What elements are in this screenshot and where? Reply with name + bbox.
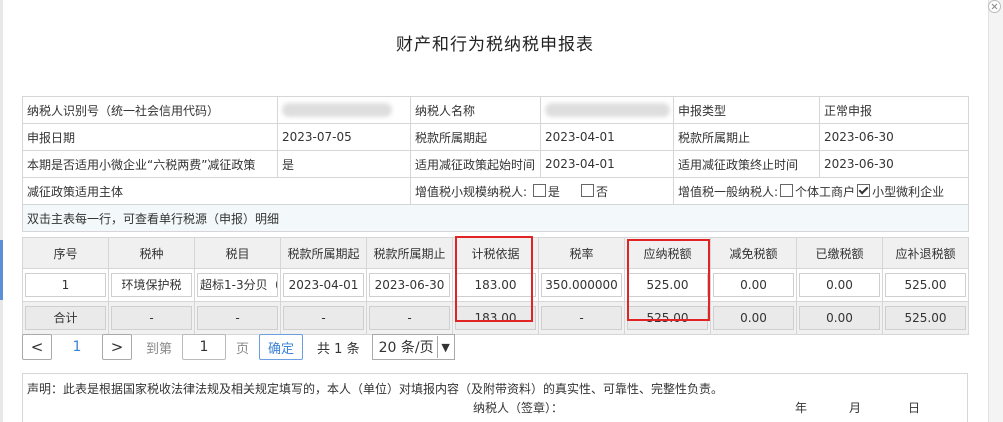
small-micro-label: 本期是否适用小微企业“六税两费”减征政策 <box>22 150 278 178</box>
declaration-box: 声明：此表是根据国家税收法律法规及相关规定填写的，本人（单位）对填报内容（及附带… <box>22 373 968 422</box>
total-tax-relief: 0.00 <box>710 301 797 335</box>
declaration-info-table: 纳税人识别号（统一社会信用代码） 纳税人名称 申报类型 正常申报 申报日期 20… <box>22 96 969 232</box>
period-start-label: 税款所属期起 <box>410 123 541 151</box>
prev-page-button[interactable]: < <box>22 334 52 360</box>
next-page-button[interactable]: > <box>102 334 132 360</box>
goto-page-input[interactable]: 1 <box>182 334 227 360</box>
reduce-end-value: 2023-06-30 <box>819 150 969 178</box>
col-header-period-start[interactable]: 税款所属期起 <box>280 237 367 269</box>
period-end-value: 2023-06-30 <box>819 123 969 151</box>
total-tax-item: - <box>194 301 281 335</box>
col-header-tax-type[interactable]: 税种 <box>108 237 195 269</box>
vat-small-option-cell: 增值税小规模纳税人: 是 否 <box>410 177 674 205</box>
current-page[interactable]: 1 <box>52 339 102 355</box>
page-title: 财产和行为税纳税申报表 <box>396 35 594 55</box>
row-tax-type: 环境保护税 <box>108 268 195 302</box>
left-edge-bar <box>0 0 3 422</box>
total-tax-paid: 0.00 <box>796 301 883 335</box>
vat-small-yes-label: 是 <box>547 184 560 199</box>
row-period-start: 2023-04-01 <box>280 268 367 302</box>
row-tax-refund: 525.00 <box>882 268 969 302</box>
col-header-index[interactable]: 序号 <box>22 237 109 269</box>
page-size-select[interactable]: 20 条/页 ▼ <box>371 334 455 360</box>
double-click-hint: 双击主表每一行，可查看单行税源（申报）明细 <box>22 204 969 232</box>
taxpayer-name-label: 纳税人名称 <box>410 96 541 124</box>
individual-business-checkbox[interactable] <box>780 183 794 197</box>
col-header-tax-item[interactable]: 税目 <box>194 237 281 269</box>
declare-date-value: 2023-07-05 <box>277 123 411 151</box>
left-edge-marker <box>0 240 3 300</box>
col-header-period-end[interactable]: 税款所属期止 <box>366 237 453 269</box>
row-period-end: 2023-06-30 <box>366 268 453 302</box>
month-label: 月 <box>849 401 862 415</box>
vat-general-option-cell: 增值税一般纳税人: 个体工商户 小型微利企业 <box>673 177 969 205</box>
reduce-end-label: 适用减征政策终止时间 <box>673 150 820 178</box>
period-end-label: 税款所属期止 <box>673 123 820 151</box>
highlight-tax-payable <box>627 239 710 321</box>
year-label: 年 <box>795 401 808 415</box>
row-tax-relief: 0.00 <box>710 268 797 302</box>
page-size-value: 20 条/页 <box>378 340 434 356</box>
signature-label: 纳税人（签章）： <box>473 401 564 415</box>
taxpayer-id-value <box>277 96 411 124</box>
page-unit-label: 页 <box>236 341 250 357</box>
reduce-start-label: 适用减征政策起始时间 <box>410 150 541 178</box>
total-tax-refund: 525.00 <box>882 301 969 335</box>
total-count: 共 1 条 <box>317 341 360 357</box>
reduce-subject-label: 减征政策适用主体 <box>22 177 411 205</box>
total-tax-type: - <box>108 301 195 335</box>
goto-label: 到第 <box>146 341 173 357</box>
small-micro-enterprise-label: 小型微利企业 <box>872 184 945 199</box>
taxpayer-id-label: 纳税人识别号（统一社会信用代码） <box>22 96 278 124</box>
total-tax-rate: - <box>538 301 625 335</box>
declare-type-value: 正常申报 <box>819 96 969 124</box>
redacted-taxpayer-name <box>545 103 670 118</box>
taxpayer-name-value <box>540 96 674 124</box>
col-header-tax-rate[interactable]: 税率 <box>538 237 625 269</box>
vat-small-label: 增值税小规模纳税人: <box>415 184 528 199</box>
declaration-text: 声明：此表是根据国家税收法律法规及相关规定填写的，本人（单位）对填报内容（及附带… <box>27 382 724 396</box>
small-micro-value: 是 <box>277 150 411 178</box>
period-start-value: 2023-04-01 <box>540 123 674 151</box>
small-micro-enterprise-checkbox[interactable] <box>857 183 871 197</box>
total-period-end: - <box>366 301 453 335</box>
individual-business-label: 个体工商户 <box>795 184 856 199</box>
vat-small-yes-checkbox[interactable] <box>532 183 546 197</box>
row-tax-rate: 350.000000 <box>538 268 625 302</box>
total-period-start: - <box>280 301 367 335</box>
redacted-taxpayer-id <box>282 103 392 118</box>
col-header-tax-refund[interactable]: 应补退税额 <box>882 237 969 269</box>
vat-small-no-checkbox[interactable] <box>580 183 594 197</box>
close-icon[interactable] <box>988 0 1001 13</box>
row-index: 1 <box>22 268 109 302</box>
col-header-tax-relief[interactable]: 减免税额 <box>710 237 797 269</box>
day-label: 日 <box>908 401 921 415</box>
right-scrollbar[interactable] <box>988 0 1003 422</box>
declare-date-label: 申报日期 <box>22 123 278 151</box>
row-tax-item: 超标1-3分贝（昼） <box>194 268 281 302</box>
col-header-tax-paid[interactable]: 已缴税额 <box>796 237 883 269</box>
vat-general-label: 增值税一般纳税人: <box>678 184 779 199</box>
declare-type-label: 申报类型 <box>673 96 820 124</box>
chevron-down-icon[interactable]: ▼ <box>436 336 454 358</box>
highlight-tax-basis <box>455 236 533 322</box>
pagination: < 1 > 到第 1 页 确定 共 1 条 20 条/页 ▼ <box>22 334 455 360</box>
total-label: 合计 <box>22 301 109 335</box>
confirm-button[interactable]: 确定 <box>259 334 304 360</box>
row-tax-paid: 0.00 <box>796 268 883 302</box>
reduce-start-value: 2023-04-01 <box>540 150 674 178</box>
vat-small-no-label: 否 <box>595 184 608 199</box>
